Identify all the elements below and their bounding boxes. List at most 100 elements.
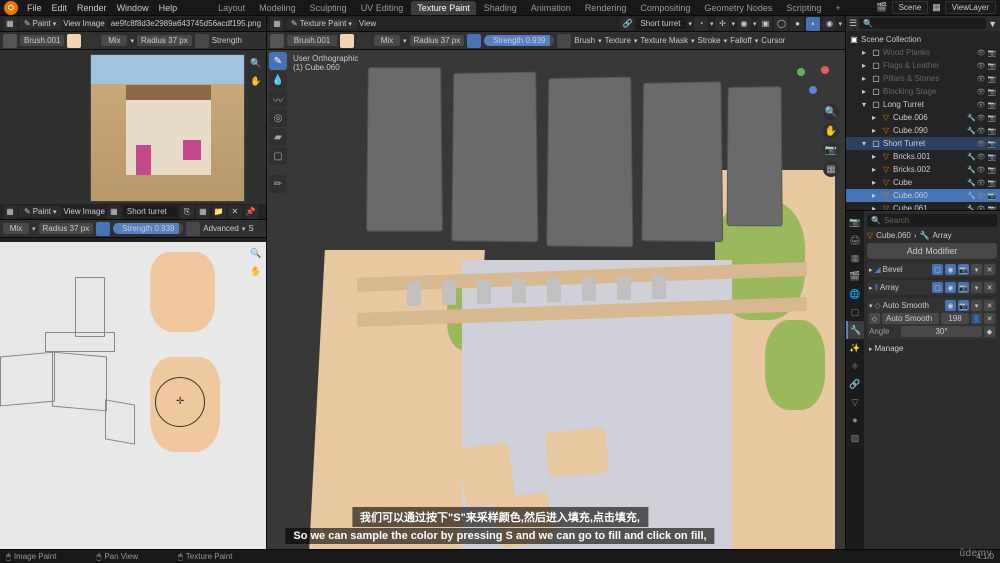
texture-mask-menu[interactable]: Texture Mask xyxy=(640,36,688,45)
strength-slider[interactable]: Strength 0.939 xyxy=(484,35,554,46)
visibility-toggle-icon[interactable]: 📷 xyxy=(987,179,997,187)
tool-fill-icon[interactable]: ▰ xyxy=(269,128,287,146)
menu-render[interactable]: Render xyxy=(72,3,112,13)
scene-field[interactable]: Scene xyxy=(892,1,929,14)
visibility-toggle-icon[interactable]: 👁 xyxy=(976,62,986,70)
editor-type-icon[interactable]: ▦ xyxy=(3,17,17,31)
view-menu[interactable]: View xyxy=(63,19,80,28)
visibility-toggle-icon[interactable]: 👁 xyxy=(976,140,986,148)
expand-arrow-icon[interactable]: ▸ xyxy=(869,113,879,123)
primary-color-swatch[interactable] xyxy=(67,34,81,48)
delete-x-icon[interactable]: ✕ xyxy=(984,264,995,275)
radius-field[interactable]: Radius 37 px xyxy=(137,35,192,46)
visibility-toggle-icon[interactable]: 📷 xyxy=(987,192,997,200)
radius-pressure-toggle[interactable] xyxy=(195,34,209,48)
unlink-x-icon[interactable]: ✕ xyxy=(228,205,242,219)
visibility-toggle-icon[interactable]: 📷 xyxy=(987,114,997,122)
expand-icon[interactable]: ▸ xyxy=(869,284,873,292)
tree-row[interactable]: ▸▽Cube.061🔧👁📷 xyxy=(846,202,1000,211)
dropdown-icon[interactable]: ▾ xyxy=(971,264,982,275)
nav-gizmo[interactable] xyxy=(793,58,833,98)
magnify-icon[interactable]: 🔍 xyxy=(249,246,263,260)
mode-realtime-icon[interactable]: ◉ xyxy=(945,282,956,293)
expand-arrow-icon[interactable]: ▸ xyxy=(859,74,869,84)
texture-menu[interactable]: Texture xyxy=(605,36,631,45)
visibility-toggle-icon[interactable]: 👁 xyxy=(976,88,986,96)
hand-icon[interactable]: ✋ xyxy=(249,74,263,88)
editor-type-icon[interactable]: ▦ xyxy=(3,205,17,219)
visibility-toggle-icon[interactable]: 👁 xyxy=(976,153,986,161)
secondary-color-swatch[interactable] xyxy=(84,34,98,48)
tree-scene-collection[interactable]: ▣ Scene Collection xyxy=(846,33,1000,46)
visibility-toggle-icon[interactable]: 📷 xyxy=(987,153,997,161)
tree-row[interactable]: ▾▢Short Turret👁📷 xyxy=(846,137,1000,150)
link-icon[interactable]: ⎘ xyxy=(180,205,194,219)
advanced-menu[interactable]: Advanced xyxy=(203,224,239,233)
tree-row[interactable]: ▸▽Cube🔧👁📷 xyxy=(846,176,1000,189)
tool-soften-icon[interactable]: 💧 xyxy=(269,71,287,89)
mode-realtime-icon[interactable]: ◉ xyxy=(945,300,956,311)
radius-field[interactable]: Radius 37 px xyxy=(39,223,94,234)
tree-row[interactable]: ▸▽Cube.060🔧👁📷 xyxy=(846,189,1000,202)
hand-icon[interactable]: ✋ xyxy=(249,264,263,278)
s-menu[interactable]: S xyxy=(248,224,253,233)
reference-image[interactable] xyxy=(90,54,245,202)
visibility-toggle-icon[interactable]: 👁 xyxy=(976,127,986,135)
new-icon[interactable]: ▦ xyxy=(196,205,210,219)
shading-solid-icon[interactable]: ● xyxy=(790,17,804,31)
delete-x-icon[interactable]: ✕ xyxy=(984,300,995,311)
view-menu[interactable]: View xyxy=(63,207,80,216)
visibility-toggle-icon[interactable]: 📷 xyxy=(987,62,997,70)
viewport-3d[interactable]: User Orthographic (1) Cube.060 ✎ 💧 〰 ◎ ▰… xyxy=(267,50,845,563)
mode-render-icon[interactable]: 📷 xyxy=(958,300,969,311)
paint-mode-dropdown[interactable]: ✎ Paint ▾ xyxy=(19,18,61,29)
tab-sculpting[interactable]: Sculpting xyxy=(304,1,353,15)
visibility-toggle-icon[interactable]: 👁 xyxy=(976,49,986,57)
shading-wireframe-icon[interactable]: ◯ xyxy=(774,17,788,31)
tab-texture-paint[interactable]: Texture Paint xyxy=(411,1,476,15)
tab-modeling[interactable]: Modeling xyxy=(253,1,302,15)
menu-file[interactable]: File xyxy=(22,3,47,13)
view-menu[interactable]: View xyxy=(359,19,376,28)
tab-animation[interactable]: Animation xyxy=(525,1,577,15)
falloff-menu[interactable]: Falloff xyxy=(730,36,752,45)
prop-tab-scene-icon[interactable]: 🎬 xyxy=(846,267,864,285)
visibility-toggle-icon[interactable]: 👁 xyxy=(976,101,986,109)
uv-canvas[interactable]: ✛ 🔍 ✋ xyxy=(0,242,266,563)
open-icon[interactable]: 📁 xyxy=(212,205,226,219)
uv-image-dropdown[interactable]: Short turret xyxy=(123,206,178,217)
expand-arrow-icon[interactable]: ▸ xyxy=(869,204,879,212)
blend-mode-field[interactable]: Mix xyxy=(374,35,400,46)
expand-icon[interactable]: ▸ xyxy=(869,345,873,353)
tab-rendering[interactable]: Rendering xyxy=(579,1,633,15)
menu-help[interactable]: Help xyxy=(154,3,183,13)
mode-edit-icon[interactable]: ▢ xyxy=(932,282,943,293)
add-modifier-button[interactable]: Add Modifier xyxy=(867,243,997,259)
tool-smear-icon[interactable]: 〰 xyxy=(269,90,287,108)
prop-tab-particles-icon[interactable]: ✨ xyxy=(846,339,864,357)
magnify-icon[interactable]: 🔍 xyxy=(249,56,263,70)
image-filename-field[interactable]: ae9fc8f8d3e2989a643745d56acdf195.png xyxy=(107,18,263,29)
zoom-icon[interactable]: 🔍 xyxy=(823,104,839,120)
viewlayer-field[interactable]: ViewLayer xyxy=(945,1,996,14)
visibility-toggle-icon[interactable]: 📷 xyxy=(987,75,997,83)
properties-search-input[interactable]: 🔍 Search xyxy=(867,214,997,227)
secondary-color-swatch[interactable] xyxy=(357,34,371,48)
expand-icon[interactable]: ▸ xyxy=(869,266,873,274)
prop-tab-world-icon[interactable]: 🌐 xyxy=(846,285,864,303)
shading-matprev-icon[interactable]: ◐ xyxy=(806,17,820,31)
tree-row[interactable]: ▸▢Flags & Leather👁📷 xyxy=(846,59,1000,72)
radius-pressure-toggle[interactable] xyxy=(467,34,481,48)
tree-row[interactable]: ▸▽Cube.090🔧👁📷 xyxy=(846,124,1000,137)
strength-slider[interactable]: Strength 0.939 xyxy=(113,223,183,234)
visibility-toggle-icon[interactable]: 📷 xyxy=(987,101,997,109)
tree-row[interactable]: ▸▽Bricks.002🔧👁📷 xyxy=(846,163,1000,176)
gizmo-icon[interactable]: ✢ xyxy=(715,17,729,31)
brush-preview-icon[interactable] xyxy=(3,34,17,48)
pin-icon[interactable]: 📌 xyxy=(244,205,258,219)
angle-value-field[interactable]: 30° xyxy=(901,326,982,337)
visibility-toggle-icon[interactable]: 👁 xyxy=(976,192,986,200)
expand-arrow-icon[interactable]: ▸ xyxy=(869,178,879,188)
expand-arrow-icon[interactable]: ▸ xyxy=(869,191,879,201)
prop-tab-object-icon[interactable]: ▢ xyxy=(846,303,864,321)
